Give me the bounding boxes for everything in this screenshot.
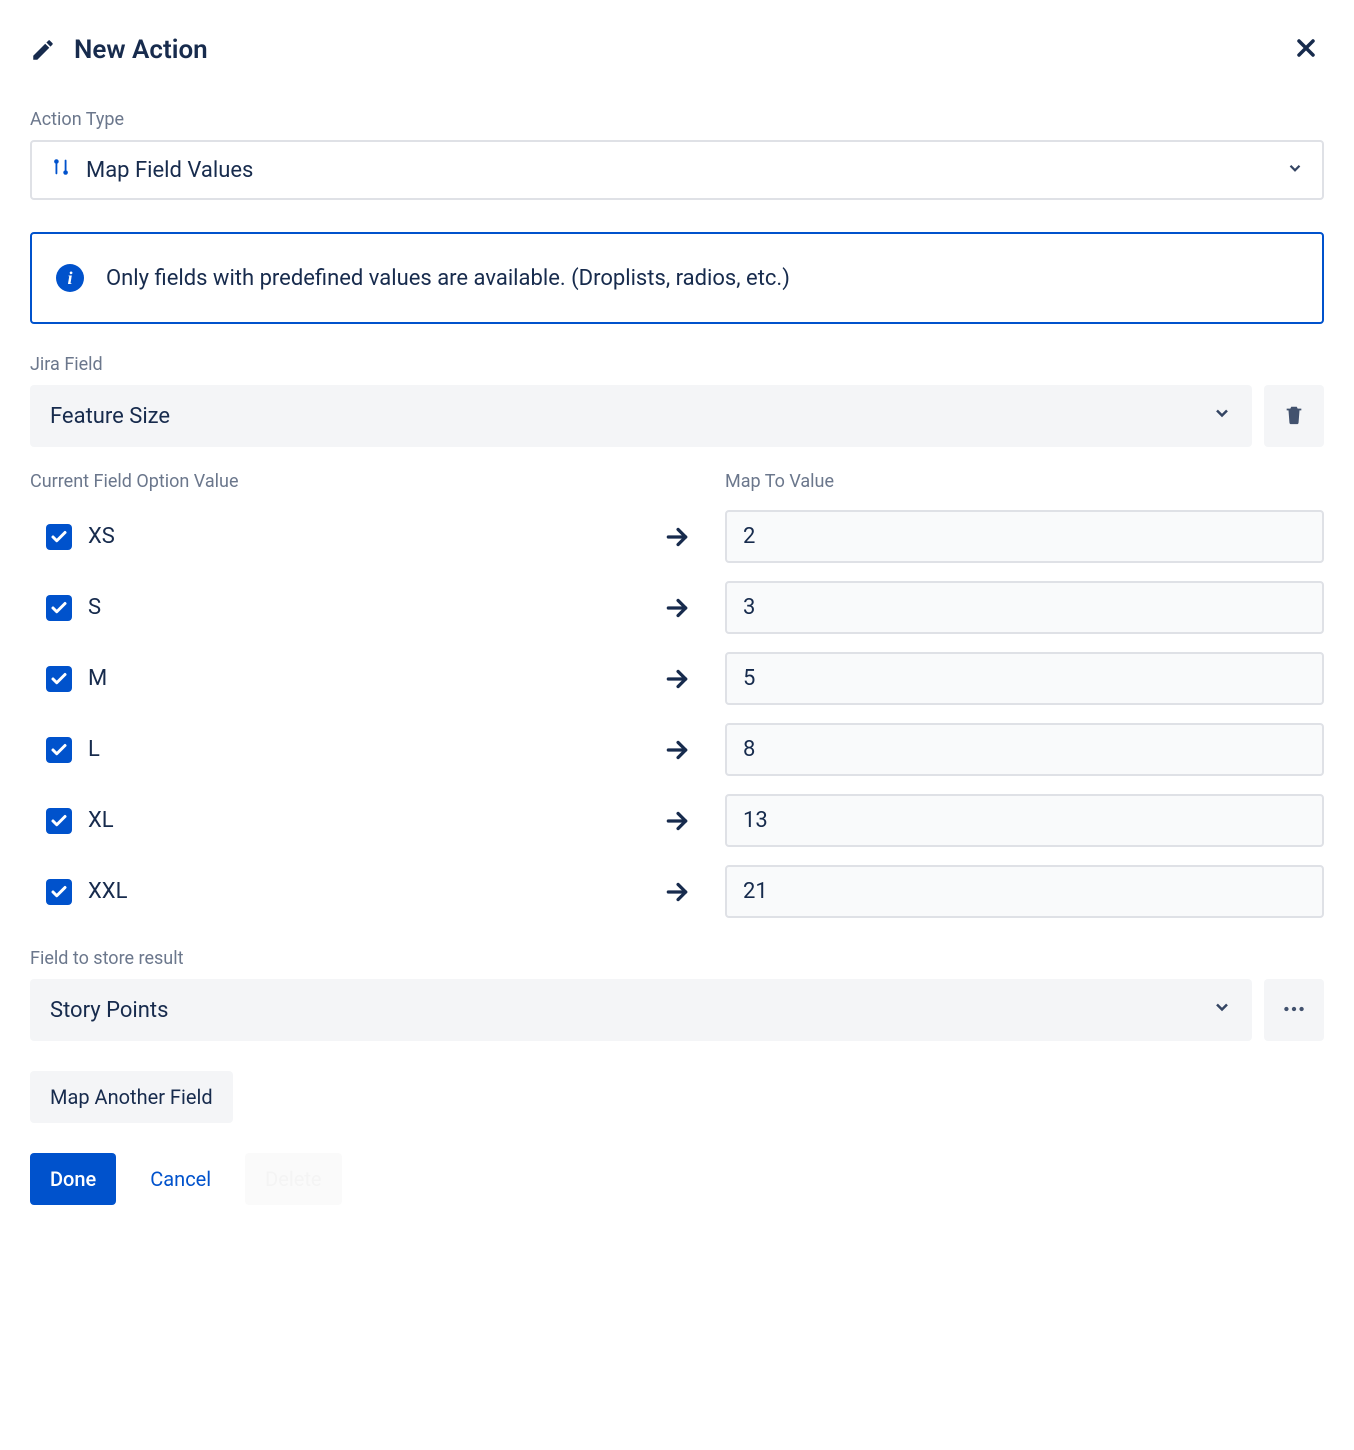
jira-field-label: Jira Field <box>30 354 1324 375</box>
dialog-header: New Action <box>30 30 1324 69</box>
mapping-columns-header: Current Field Option Value Map To Value <box>30 471 1324 492</box>
jira-field-select[interactable]: Feature Size <box>30 385 1252 447</box>
mapping-option-cell: XXL <box>30 879 629 905</box>
mapping-row: M <box>30 652 1324 705</box>
current-value-header: Current Field Option Value <box>30 471 629 492</box>
arrow-right-icon <box>647 666 707 692</box>
mapping-option-label: XL <box>88 808 114 833</box>
chevron-down-icon <box>1212 403 1232 429</box>
result-field-select[interactable]: Story Points <box>30 979 1252 1041</box>
info-icon: i <box>56 264 84 292</box>
mapping-row: L <box>30 723 1324 776</box>
header-left: New Action <box>30 35 208 65</box>
mapping-value-input[interactable] <box>725 510 1324 563</box>
mapping-value-input[interactable] <box>725 865 1324 918</box>
mapping-checkbox[interactable] <box>46 808 72 834</box>
delete-field-button[interactable] <box>1264 385 1324 447</box>
mapping-value-input[interactable] <box>725 581 1324 634</box>
mapping-checkbox[interactable] <box>46 524 72 550</box>
mapping-option-label: XXL <box>88 879 127 904</box>
arrow-right-icon <box>647 808 707 834</box>
jira-field-section: Jira Field Feature Size <box>30 354 1324 447</box>
mapping-row: XL <box>30 794 1324 847</box>
result-field-section: Field to store result Story Points <box>30 948 1324 1041</box>
done-button[interactable]: Done <box>30 1153 116 1205</box>
mapping-row: XXL <box>30 865 1324 918</box>
more-icon <box>1281 996 1307 1025</box>
arrow-right-icon <box>647 524 707 550</box>
dialog-title: New Action <box>74 35 208 65</box>
mapping-checkbox[interactable] <box>46 879 72 905</box>
mapping-value-cell <box>725 723 1324 776</box>
arrow-right-icon <box>647 737 707 763</box>
mapping-value-cell <box>725 581 1324 634</box>
mapping-checkbox[interactable] <box>46 737 72 763</box>
mapping-checkbox[interactable] <box>46 666 72 692</box>
delete-button[interactable]: Delete <box>245 1153 341 1205</box>
action-type-value: Map Field Values <box>86 158 253 183</box>
mapping-option-label: XS <box>88 524 115 549</box>
mapping-option-cell: L <box>30 737 629 763</box>
mapping-option-label: S <box>88 595 101 620</box>
pencil-icon <box>30 37 56 63</box>
mapping-value-cell <box>725 510 1324 563</box>
cancel-button[interactable]: Cancel <box>130 1153 231 1205</box>
jira-field-value: Feature Size <box>50 404 170 429</box>
arrow-right-icon <box>647 879 707 905</box>
mapping-value-input[interactable] <box>725 652 1324 705</box>
trash-icon <box>1283 404 1305 429</box>
result-field-label: Field to store result <box>30 948 1324 969</box>
mapping-option-cell: XL <box>30 808 629 834</box>
mapping-value-cell <box>725 794 1324 847</box>
mapping-value-cell <box>725 652 1324 705</box>
map-to-value-header: Map To Value <box>725 471 1324 492</box>
mapping-option-label: L <box>88 737 100 762</box>
chevron-down-icon <box>1212 997 1232 1023</box>
mapping-option-label: M <box>88 666 107 691</box>
result-field-value: Story Points <box>50 998 168 1023</box>
mapping-row: XS <box>30 510 1324 563</box>
mapping-value-cell <box>725 865 1324 918</box>
info-text: Only fields with predefined values are a… <box>106 266 790 291</box>
result-field-more-button[interactable] <box>1264 979 1324 1041</box>
mapping-option-cell: M <box>30 666 629 692</box>
action-type-label: Action Type <box>30 109 1324 130</box>
mappings-list: XS S M L XL XXL <box>30 510 1324 918</box>
close-button[interactable] <box>1288 30 1324 69</box>
mapping-option-cell: XS <box>30 524 629 550</box>
mapping-value-input[interactable] <box>725 794 1324 847</box>
action-type-select[interactable]: Map Field Values <box>30 140 1324 200</box>
mapping-checkbox[interactable] <box>46 595 72 621</box>
chevron-down-icon <box>1286 158 1304 183</box>
action-type-section: Action Type Map Field Values <box>30 109 1324 200</box>
arrow-right-icon <box>647 595 707 621</box>
map-another-field-button[interactable]: Map Another Field <box>30 1071 233 1123</box>
close-icon <box>1292 50 1320 65</box>
mapping-value-input[interactable] <box>725 723 1324 776</box>
mapping-row: S <box>30 581 1324 634</box>
mapping-option-cell: S <box>30 595 629 621</box>
config-icon <box>50 156 72 184</box>
info-banner: i Only fields with predefined values are… <box>30 232 1324 324</box>
